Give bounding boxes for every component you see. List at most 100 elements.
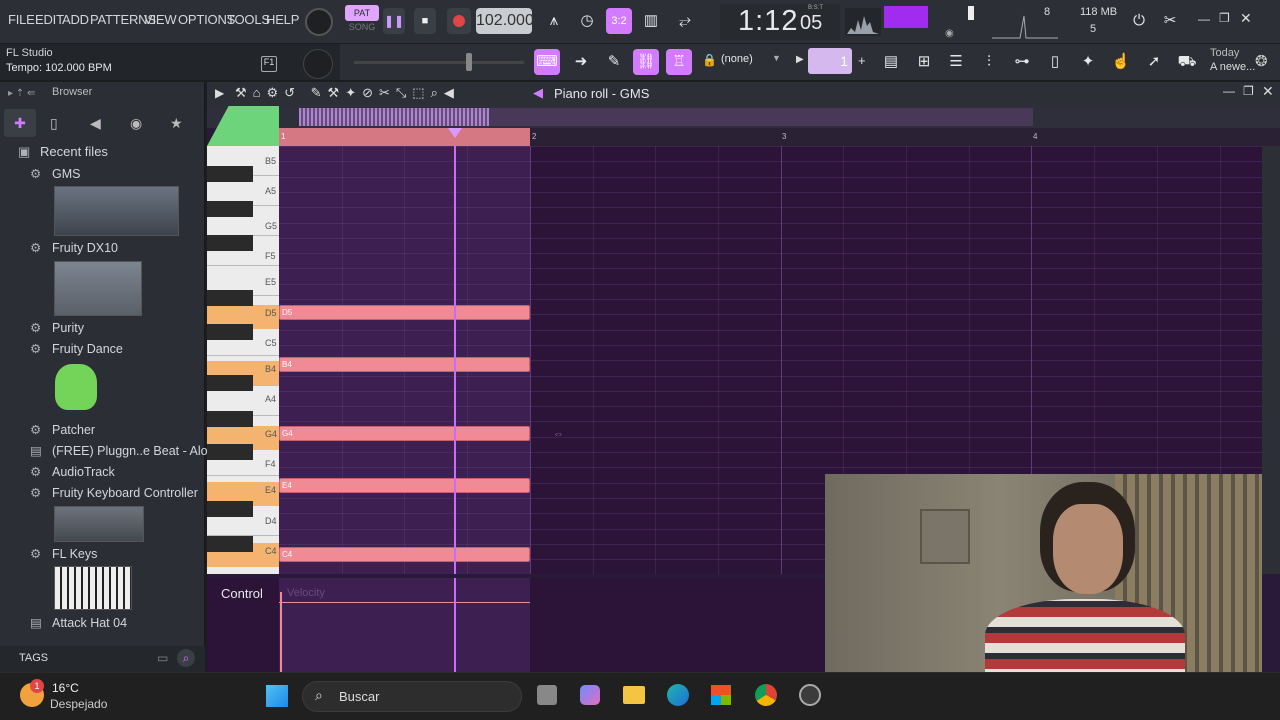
control-label[interactable]: Control	[221, 586, 263, 601]
pr-restore-icon[interactable]: ❐	[1243, 84, 1254, 98]
menu-file[interactable]: FILE	[8, 12, 35, 27]
song-mode-button[interactable]: SONG	[345, 22, 379, 36]
search-icon[interactable]: ⌕	[177, 649, 195, 667]
pattern-selector[interactable]: (none)	[721, 53, 753, 65]
obs-icon[interactable]	[799, 684, 821, 706]
pat-mode-button[interactable]: PAT	[345, 5, 379, 21]
record-icon[interactable]	[447, 8, 471, 34]
dropdown-arrow-icon[interactable]: ▼	[772, 53, 781, 63]
browser-item-fruity-dx10[interactable]: ⚙ Fruity DX10	[30, 240, 118, 260]
browser-item-keyboard-controller[interactable]: ⚙ Fruity Keyboard Controller	[30, 485, 198, 505]
browser-item-pluggn-beat[interactable]: ▤ (FREE) Pluggn..e Beat - Alone	[30, 443, 222, 463]
vertical-scrollbar[interactable]	[1262, 146, 1280, 574]
zoom-slider[interactable]	[207, 106, 279, 146]
files-icon[interactable]: ▯	[50, 115, 58, 132]
playhead-marker-icon[interactable]	[448, 128, 462, 138]
piano-roll-title[interactable]: Piano roll - GMS	[554, 86, 649, 101]
marketplace-icon[interactable]: ➚	[1141, 49, 1167, 75]
browser-tree-icon[interactable]: ⊶	[1009, 49, 1035, 75]
black-key[interactable]	[207, 324, 253, 340]
countdown-icon[interactable]: 3:2	[606, 8, 632, 34]
pattern-prev-icon[interactable]: ▶	[796, 54, 804, 65]
pr-minimize-icon[interactable]: —	[1223, 84, 1235, 98]
piano-roll-icon[interactable]: ⊞	[911, 49, 937, 75]
sound-icon[interactable]: ◉	[130, 115, 142, 132]
menu-add[interactable]: ADD	[62, 12, 89, 27]
taskbar-search[interactable]: ⌕ Buscar	[302, 681, 522, 712]
news-text[interactable]: A newe...	[1210, 61, 1255, 73]
chrome-icon[interactable]	[755, 684, 777, 706]
timeline-ruler[interactable]: 1 2 3 4	[279, 128, 1280, 146]
white-key[interactable]	[207, 566, 279, 574]
pattern-number[interactable]: 1	[808, 48, 852, 74]
store-icon[interactable]	[711, 685, 731, 705]
tools-icon[interactable]: ✂	[1157, 8, 1183, 34]
browser-item-attack-hat[interactable]: ▤ Attack Hat 04	[30, 615, 127, 635]
browser-item-gms[interactable]: ⚙ GMS	[30, 166, 80, 186]
master-pitch-knob[interactable]	[303, 49, 333, 79]
menu-edit[interactable]: EDIT	[35, 12, 64, 27]
stamp-icon[interactable]: ♖	[666, 49, 692, 75]
piano-roll-tools[interactable]: ⚒⌂⚙↺ ✎⚒✦⊘✂⤡⬚⌕◀	[235, 85, 460, 101]
black-key[interactable]	[207, 375, 253, 391]
note-c4[interactable]: C4	[279, 547, 530, 562]
shop-icon[interactable]: ⛟	[1174, 49, 1200, 75]
black-key[interactable]	[207, 290, 253, 306]
copilot-icon[interactable]	[580, 685, 600, 705]
folder-icon[interactable]: ▭	[157, 651, 168, 665]
browser-item-patcher[interactable]: ⚙ Patcher	[30, 422, 95, 442]
pr-close-icon[interactable]: ✕	[1262, 83, 1274, 100]
windows-start-icon[interactable]	[266, 685, 288, 707]
browser-item-purity[interactable]: ⚙ Purity	[30, 320, 84, 340]
file-explorer-icon[interactable]	[623, 686, 645, 704]
note-e4[interactable]: E4	[279, 478, 530, 493]
close-icon[interactable]: ✕	[1240, 10, 1252, 27]
typing-keyboard-icon[interactable]: ⌨	[534, 49, 560, 75]
black-key[interactable]	[207, 201, 253, 217]
tempo-display[interactable]: 102.000	[476, 8, 534, 34]
piano-keyboard[interactable]: B5 A5 G5 F5 E5 D5 C5 B4 A4 G4 F4 E4 D4 C4	[207, 146, 279, 574]
menu-view[interactable]: VIEW	[144, 12, 177, 27]
lock-icon[interactable]: 🔒	[702, 53, 717, 67]
note-g4[interactable]: G4	[279, 426, 530, 441]
arrow-right-icon[interactable]: ➜	[568, 49, 594, 75]
black-key[interactable]	[207, 536, 253, 552]
mixer-icon[interactable]: ⫶	[976, 49, 1002, 75]
black-key[interactable]	[207, 501, 253, 517]
wait-input-icon[interactable]: ◷	[574, 8, 600, 34]
edge-icon[interactable]	[667, 684, 689, 706]
restore-icon[interactable]: ❐	[1219, 11, 1230, 25]
menu-tools[interactable]: TOOLS	[227, 12, 270, 27]
metronome-icon[interactable]: ⩚	[541, 8, 567, 34]
step-edit-icon[interactable]: ▥	[638, 8, 664, 34]
browser-menu-icon[interactable]: ▸ ⇡ ⇚	[8, 88, 35, 99]
globe-icon[interactable]: ❂	[1255, 52, 1268, 70]
main-volume-knob[interactable]	[305, 8, 333, 36]
black-key[interactable]	[207, 411, 253, 427]
master-volume-slider[interactable]	[354, 61, 524, 64]
browser-item-audiotrack[interactable]: ⚙ AudioTrack	[30, 464, 115, 484]
play-icon[interactable]: ▶	[215, 86, 224, 100]
browser-item-fl-keys[interactable]: ⚙ FL Keys	[30, 546, 97, 566]
plugin-icon[interactable]: ✦	[1075, 49, 1101, 75]
browser-item-recent-files[interactable]: ▣ Recent files	[18, 144, 108, 164]
black-key[interactable]	[207, 444, 253, 460]
power-icon[interactable]: ⏻	[1126, 8, 1152, 34]
minimize-icon[interactable]: —	[1198, 12, 1210, 26]
horizontal-scroll-thumb[interactable]	[299, 108, 489, 126]
touch-icon[interactable]: ☝	[1108, 49, 1134, 75]
task-view-icon[interactable]	[537, 685, 557, 705]
weather-condition[interactable]: Despejado	[50, 697, 107, 711]
note-d5[interactable]: D5	[279, 305, 530, 320]
speaker-icon[interactable]: ◀	[533, 85, 543, 101]
favorites-icon[interactable]: ★	[170, 115, 183, 132]
tags-label[interactable]: TAGS	[19, 652, 48, 664]
plugin-db-icon[interactable]: ◀	[90, 115, 101, 132]
f1-help-icon[interactable]: F1	[261, 56, 277, 72]
stop-icon[interactable]: ■	[414, 8, 436, 34]
black-key[interactable]	[207, 166, 253, 182]
pencil-icon[interactable]: ✎	[601, 49, 627, 75]
browser-item-fruity-dance[interactable]: ⚙ Fruity Dance	[30, 341, 123, 361]
loop-region[interactable]	[279, 128, 530, 146]
playlist-icon[interactable]: ▤	[878, 49, 904, 75]
